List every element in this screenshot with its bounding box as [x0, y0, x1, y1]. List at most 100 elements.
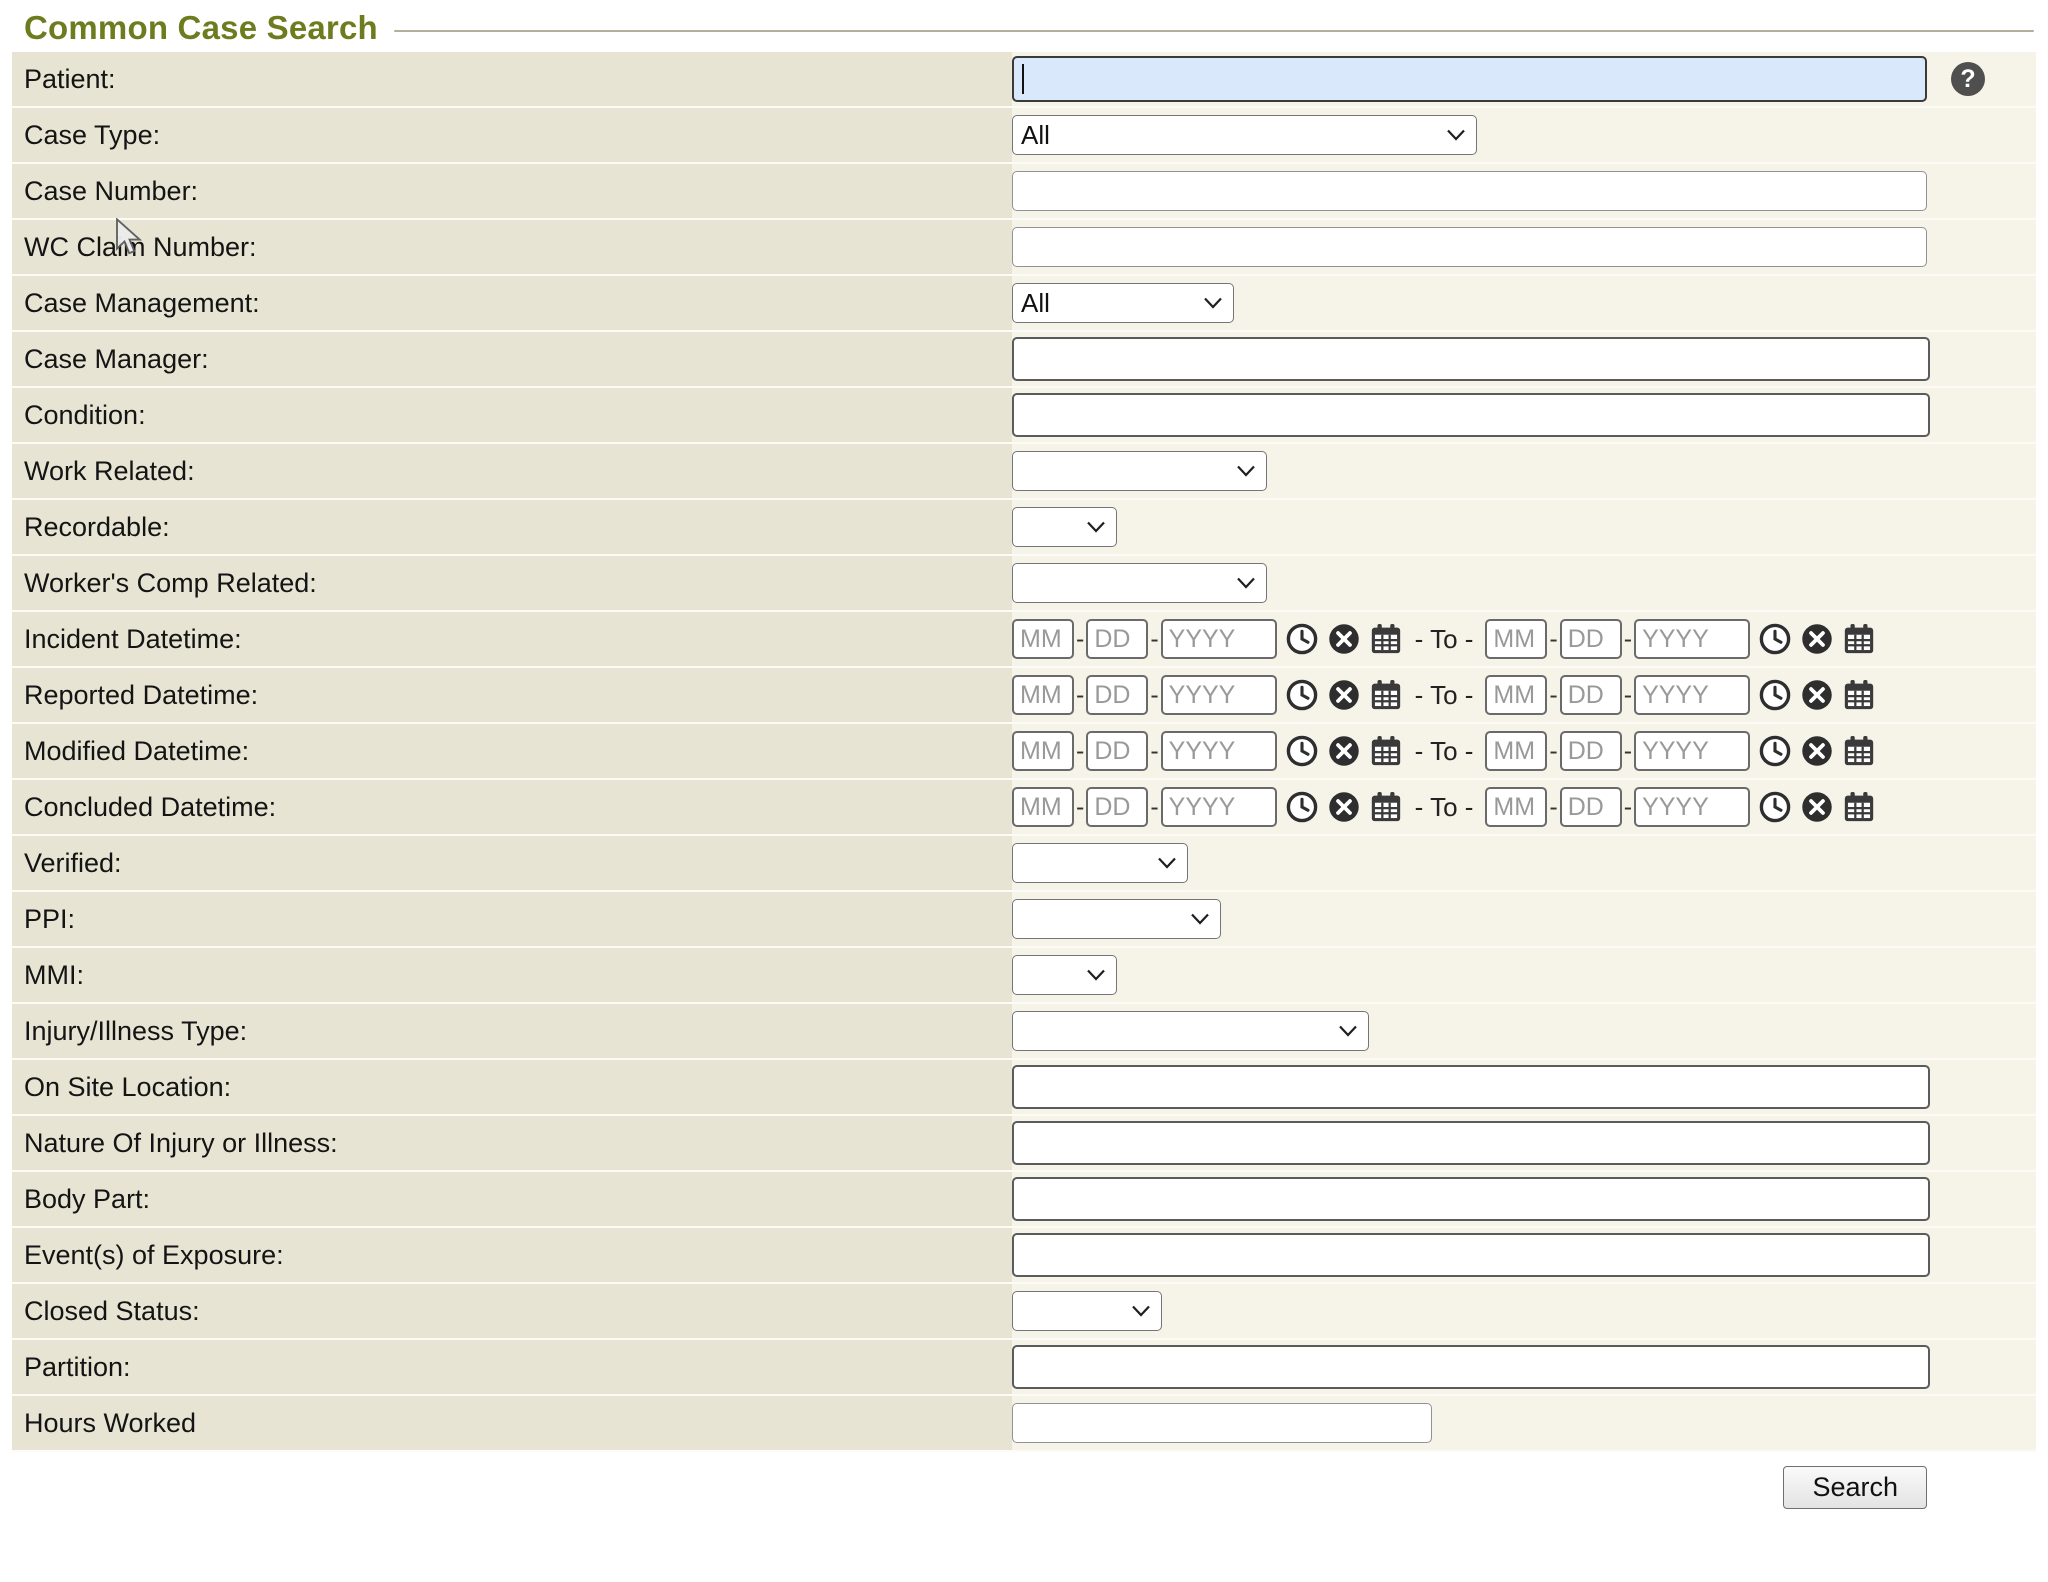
reported-datetime-from-day-input[interactable]: [1086, 675, 1148, 715]
recordable-select[interactable]: [1012, 507, 1117, 547]
case-type-input-cell: All: [1012, 108, 2036, 162]
clear-icon[interactable]: [1800, 790, 1834, 824]
partition-input[interactable]: [1012, 1345, 1930, 1389]
work-related-select[interactable]: [1012, 451, 1267, 491]
modified-datetime-to-month-input[interactable]: [1485, 731, 1547, 771]
date-part-separator: -: [1624, 681, 1632, 710]
recordable-label: Recordable:: [12, 500, 1012, 554]
reported-datetime-to-month-input[interactable]: [1485, 675, 1547, 715]
calendar-icon[interactable]: [1842, 622, 1876, 656]
concluded-datetime-to-month-input[interactable]: [1485, 787, 1547, 827]
modified-datetime-to-day-input[interactable]: [1560, 731, 1622, 771]
reported-datetime-from-year-input[interactable]: [1161, 675, 1277, 715]
calendar-icon[interactable]: [1369, 622, 1403, 656]
nature-of-injury-label: Nature Of Injury or Illness:: [12, 1116, 1012, 1170]
events-of-exposure-input[interactable]: [1012, 1233, 1930, 1277]
closed-status-select[interactable]: [1012, 1291, 1162, 1331]
incident-datetime-to-year-input[interactable]: [1634, 619, 1750, 659]
workers-comp-related-label: Worker's Comp Related:: [12, 556, 1012, 610]
closed-status-label: Closed Status:: [12, 1284, 1012, 1338]
reported-datetime-to-day-input[interactable]: [1560, 675, 1622, 715]
body-part-input-cell: [1012, 1172, 2036, 1226]
injury-illness-type-select-wrap: [1012, 1011, 1369, 1051]
clear-icon[interactable]: [1800, 734, 1834, 768]
on-site-location-input[interactable]: [1012, 1065, 1930, 1109]
calendar-icon[interactable]: [1842, 678, 1876, 712]
on-site-location-input-cell: [1012, 1060, 2036, 1114]
incident-datetime-to-day-input[interactable]: [1560, 619, 1622, 659]
mmi-select[interactable]: [1012, 955, 1117, 995]
incident-datetime-from-date-group: --: [1012, 619, 1403, 659]
ppi-select[interactable]: [1012, 899, 1221, 939]
reported-datetime-from-month-input[interactable]: [1012, 675, 1074, 715]
incident-datetime-to-month-input[interactable]: [1485, 619, 1547, 659]
on-site-location-label: On Site Location:: [12, 1060, 1012, 1114]
concluded-datetime-from-day-input[interactable]: [1086, 787, 1148, 827]
clear-icon[interactable]: [1327, 678, 1361, 712]
concluded-datetime-to-year-input[interactable]: [1634, 787, 1750, 827]
clock-icon[interactable]: [1285, 734, 1319, 768]
search-button[interactable]: Search: [1783, 1466, 1927, 1509]
partition-input-cell: [1012, 1340, 2036, 1394]
clock-icon[interactable]: [1285, 678, 1319, 712]
calendar-icon[interactable]: [1369, 734, 1403, 768]
clock-icon[interactable]: [1758, 734, 1792, 768]
wc-claim-number-input-cell: [1012, 220, 2036, 274]
incident-datetime-from-year-input[interactable]: [1161, 619, 1277, 659]
row-wc-claim-number: WC Claim Number:: [12, 220, 2036, 276]
calendar-icon[interactable]: [1842, 790, 1876, 824]
row-reported-datetime: Reported Datetime:--- To ---: [12, 668, 2036, 724]
mmi-label: MMI:: [12, 948, 1012, 1002]
reported-datetime-to-year-input[interactable]: [1634, 675, 1750, 715]
case-management-select[interactable]: All: [1012, 283, 1234, 323]
nature-of-injury-input[interactable]: [1012, 1121, 1930, 1165]
case-type-select-wrap: All: [1012, 115, 1477, 155]
clear-icon[interactable]: [1800, 678, 1834, 712]
case-type-select[interactable]: All: [1012, 115, 1477, 155]
clock-icon[interactable]: [1285, 622, 1319, 656]
date-part-separator: -: [1549, 681, 1557, 710]
modified-datetime-from-day-input[interactable]: [1086, 731, 1148, 771]
concluded-datetime-to-day-input[interactable]: [1560, 787, 1622, 827]
date-part-separator: -: [1624, 737, 1632, 766]
modified-datetime-to-year-input[interactable]: [1634, 731, 1750, 771]
date-range-to-label: - To -: [1415, 624, 1474, 655]
date-part-separator: -: [1150, 625, 1158, 654]
condition-input-cell: [1012, 388, 2036, 442]
verified-select[interactable]: [1012, 843, 1188, 883]
row-case-type: Case Type:All: [12, 108, 2036, 164]
incident-datetime-from-month-input[interactable]: [1012, 619, 1074, 659]
injury-illness-type-select[interactable]: [1012, 1011, 1369, 1051]
patient-input[interactable]: [1012, 56, 1927, 102]
clock-icon[interactable]: [1758, 622, 1792, 656]
body-part-input[interactable]: [1012, 1177, 1930, 1221]
modified-datetime-from-year-input[interactable]: [1161, 731, 1277, 771]
calendar-icon[interactable]: [1369, 790, 1403, 824]
calendar-icon[interactable]: [1842, 734, 1876, 768]
search-form: Patient:?Case Type:AllCase Number:WC Cla…: [12, 52, 2036, 1452]
workers-comp-related-select[interactable]: [1012, 563, 1267, 603]
clear-icon[interactable]: [1327, 790, 1361, 824]
clock-icon[interactable]: [1285, 790, 1319, 824]
concluded-datetime-from-year-input[interactable]: [1161, 787, 1277, 827]
modified-datetime-from-date-group: --: [1012, 731, 1403, 771]
hours-worked-input[interactable]: [1012, 1403, 1432, 1443]
clear-icon[interactable]: [1327, 622, 1361, 656]
events-of-exposure-input-cell: [1012, 1228, 2036, 1282]
wc-claim-number-input[interactable]: [1012, 227, 1927, 267]
help-icon[interactable]: ?: [1951, 62, 1985, 96]
modified-datetime-from-month-input[interactable]: [1012, 731, 1074, 771]
clock-icon[interactable]: [1758, 678, 1792, 712]
incident-datetime-from-day-input[interactable]: [1086, 619, 1148, 659]
date-range-to-label: - To -: [1415, 736, 1474, 767]
calendar-icon[interactable]: [1369, 678, 1403, 712]
clear-icon[interactable]: [1800, 622, 1834, 656]
condition-input[interactable]: [1012, 393, 1930, 437]
clear-icon[interactable]: [1327, 734, 1361, 768]
case-manager-input[interactable]: [1012, 337, 1930, 381]
clock-icon[interactable]: [1758, 790, 1792, 824]
on-site-location-input-wrap: [1012, 1065, 1930, 1109]
concluded-datetime-input-cell: --- To ---: [1012, 780, 2036, 834]
concluded-datetime-from-month-input[interactable]: [1012, 787, 1074, 827]
case-number-input[interactable]: [1012, 171, 1927, 211]
